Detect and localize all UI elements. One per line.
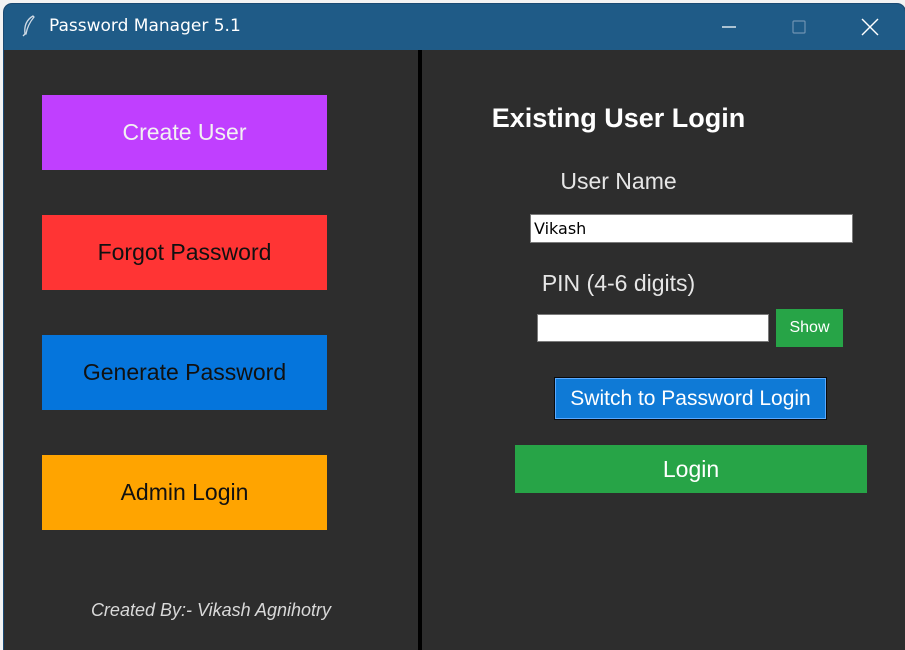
admin-login-button[interactable]: Admin Login <box>42 455 327 530</box>
app-window: Password Manager 5.1 Create User Forgot … <box>4 4 905 650</box>
title-bar[interactable]: Password Manager 5.1 <box>4 4 905 50</box>
maximize-button[interactable] <box>764 4 834 50</box>
show-pin-button[interactable]: Show <box>776 309 843 347</box>
window-title: Password Manager 5.1 <box>49 16 241 36</box>
pin-label: PIN (4-6 digits) <box>541 270 696 296</box>
create-user-button[interactable]: Create User <box>42 95 327 170</box>
generate-password-button[interactable]: Generate Password <box>42 335 327 410</box>
maximize-icon <box>792 20 806 34</box>
close-button[interactable] <box>835 4 905 50</box>
minimize-button[interactable] <box>694 4 764 50</box>
username-input[interactable] <box>530 214 853 243</box>
feather-icon <box>22 15 35 37</box>
switch-to-password-login-button[interactable]: Switch to Password Login <box>554 377 827 420</box>
side-menu-panel: Create User Forgot Password Generate Pas… <box>4 50 418 650</box>
login-button[interactable]: Login <box>515 445 867 493</box>
username-label: User Name <box>560 168 677 194</box>
login-panel: Existing User Login User Name PIN (4-6 d… <box>422 50 905 650</box>
forgot-password-button[interactable]: Forgot Password <box>42 215 327 290</box>
minimize-icon <box>722 26 736 28</box>
creator-credit: Created By:- Vikash Agnihotry <box>90 600 332 620</box>
close-icon <box>861 18 879 36</box>
login-heading: Existing User Login <box>491 103 746 133</box>
pin-input[interactable] <box>537 314 769 342</box>
